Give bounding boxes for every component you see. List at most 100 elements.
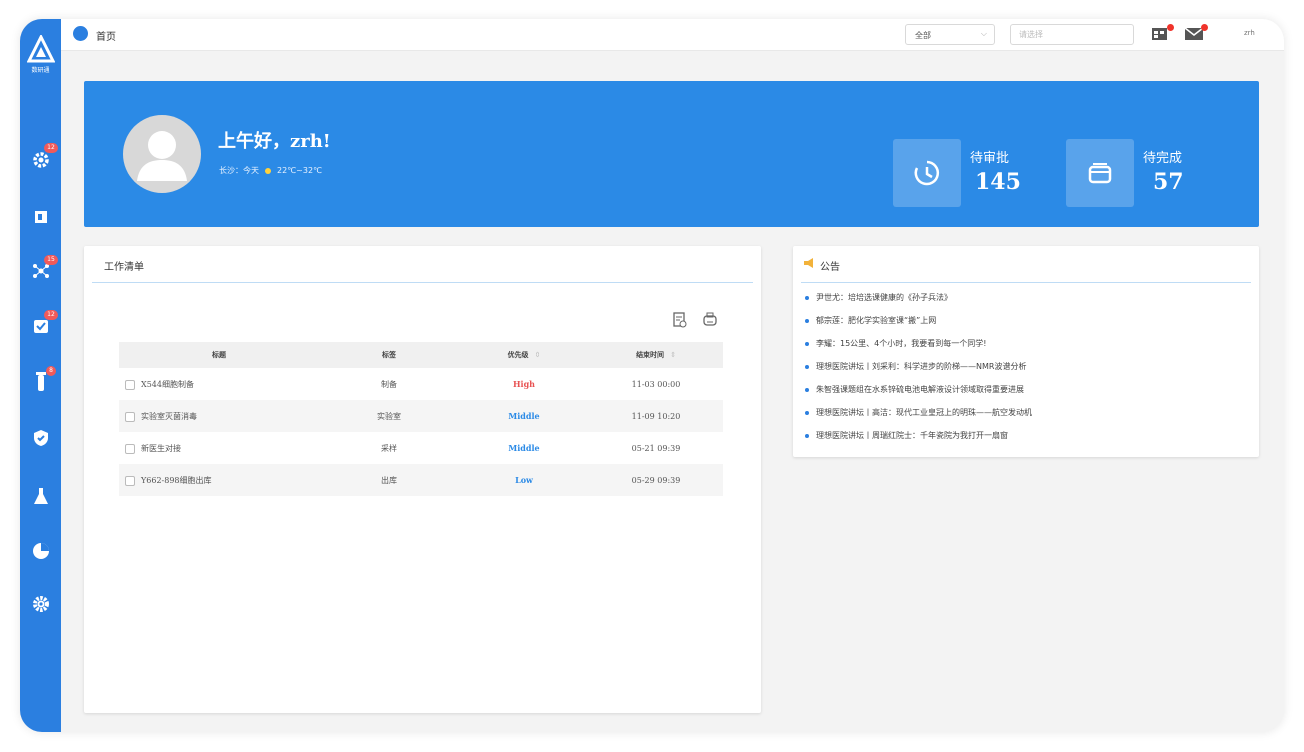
bullet-icon (805, 342, 809, 346)
search-input[interactable] (1010, 24, 1134, 45)
weather-info: 长沙：今天 22℃~32℃ (219, 165, 322, 176)
notice-item[interactable]: 朱智强课题组在水系锌硫电池电解液设计领域取得重要进展 (805, 384, 1032, 407)
weather-location: 长沙：今天 (219, 166, 259, 175)
table-row[interactable]: 新医生对接 采样 Middle 05-21 09:39 (119, 432, 723, 464)
notice-item[interactable]: 理想医院讲坛丨周瑞红院士：千年瓷院为我打开一扇窗 (805, 430, 1032, 453)
sidebar-item-stats[interactable] (30, 540, 51, 561)
box-stack-icon (1088, 163, 1112, 184)
scope-select[interactable]: 全部 ⌵ (905, 24, 995, 45)
row-tag: 出库 (381, 475, 397, 485)
table-header-row: 标题 标签 优先级 ⇳ 结束时间 ⇳ (119, 342, 723, 368)
row-title-cell: 新医生对接 (119, 432, 319, 464)
notice-item[interactable]: 理想医院讲坛丨高洁：现代工业皇冠上的明珠——航空发动机 (805, 407, 1032, 430)
row-checkbox[interactable] (125, 443, 135, 454)
export-document-icon[interactable] (673, 312, 687, 328)
column-header-end-time[interactable]: 结束时间 ⇳ (589, 342, 723, 368)
notice-item-text: 朱智强课题组在水系锌硫电池电解液设计领域取得重要进展 (816, 385, 1024, 394)
print-icon[interactable] (703, 312, 717, 328)
row-title-cell: 实验室灭菌消毒 (119, 400, 319, 432)
pending-approval-count: 145 (975, 169, 1021, 195)
bullet-icon (805, 434, 809, 438)
greeting-text: 上午好，zrh! (218, 131, 331, 152)
row-checkbox[interactable] (125, 475, 135, 486)
pending-approval-label: 待审批 (970, 151, 1010, 166)
row-checkbox[interactable] (125, 411, 135, 422)
pending-approval-tile[interactable] (893, 139, 961, 207)
row-end-time: 11-09 10:20 (631, 411, 681, 421)
column-header-tag: 标签 (382, 350, 396, 359)
bullet-icon (805, 296, 809, 300)
logo-text: 数研通 (31, 67, 50, 74)
topbar: 首页 全部 ⌵ zrh (61, 19, 1284, 51)
divider (92, 282, 753, 283)
edit-document-icon (34, 210, 47, 223)
worklist-title: 工作清单 (104, 262, 144, 273)
column-header-end-time-label: 结束时间 (636, 350, 665, 359)
bullet-icon (805, 388, 809, 392)
sort-icon: ⇳ (670, 350, 676, 359)
table-row[interactable]: 实验室灭菌消毒 实验室 Middle 11-09 10:20 (119, 400, 723, 432)
pie-chart-icon (32, 542, 49, 559)
sidebar-badge: 8 (46, 366, 56, 376)
sidebar-item-lab[interactable] (30, 485, 51, 506)
table-row[interactable]: X544细胞制备 制备 High 11-03 00:00 (119, 368, 723, 400)
notice-item[interactable]: 理想医院讲坛丨刘采利：科学进步的阶梯——NMR波谱分析 (805, 361, 1032, 384)
notice-list: 尹世尤：培培选课健康的《孙子兵法》 郁宗莲：肥化学实验室课“搬”上网 李耀：15… (805, 292, 1032, 453)
logo-icon (27, 35, 55, 63)
sidebar-badge: 12 (44, 143, 58, 153)
row-checkbox[interactable] (125, 379, 135, 390)
row-title-cell: Y662-898细胞出库 (119, 464, 319, 496)
pending-completion-tile[interactable] (1066, 139, 1134, 207)
row-priority: Middle (508, 443, 540, 453)
row-title: Y662-898细胞出库 (141, 475, 212, 485)
flask-icon (33, 487, 48, 504)
avatar[interactable] (123, 115, 201, 193)
notice-item[interactable]: 李耀：15公里、4个小时，我要看到每一个同学! (805, 338, 1032, 361)
row-title: X544细胞制备 (141, 379, 194, 389)
sidebar-item-security[interactable] (30, 427, 51, 448)
notice-item-text: 理想医院讲坛丨刘采利：科学进步的阶梯——NMR波谱分析 (816, 362, 1027, 371)
sort-icon: ⇳ (534, 350, 541, 359)
row-tag: 制备 (381, 379, 397, 389)
sidebar-item-notes[interactable] (30, 206, 51, 227)
row-priority: Low (515, 475, 533, 485)
weather-temperature: 22℃~32℃ (277, 166, 323, 175)
notification-dot (1167, 24, 1174, 31)
bullet-icon (805, 319, 809, 323)
table-row[interactable]: Y662-898细胞出库 出库 Low 05-29 09:39 (119, 464, 723, 496)
column-header-priority[interactable]: 优先级 ⇳ (459, 342, 589, 368)
row-end-time: 11-03 00:00 (631, 379, 681, 389)
home-icon[interactable] (73, 26, 88, 41)
row-priority: Middle (508, 411, 540, 421)
megaphone-icon (804, 258, 813, 268)
bullet-icon (805, 365, 809, 369)
test-tube-icon (35, 371, 46, 391)
user-avatar-icon (137, 131, 187, 181)
worklist-card: 工作清单 标题 标签 优先级 ⇳ 结束时间 ⇳ X544细胞制备 制备 High 1… (84, 246, 761, 713)
notice-item-text: 李耀：15公里、4个小时，我要看到每一个同学! (816, 339, 987, 348)
app-window: 数研通 12 15 12 8 首页 全部 ⌵ 请选择 zrh 上午好，zrh! … (20, 19, 1284, 732)
scope-select-value: 全部 (915, 31, 931, 40)
welcome-banner: 上午好，zrh! 长沙：今天 22℃~32℃ 待审批 145 待完成 57 (84, 81, 1259, 227)
notification-dot (1201, 24, 1208, 31)
gear-icon (32, 595, 49, 612)
notice-card: 公告 尹世尤：培培选课健康的《孙子兵法》 郁宗莲：肥化学实验室课“搬”上网 李耀… (793, 246, 1259, 457)
row-end-time: 05-21 09:39 (631, 443, 681, 453)
notice-item-text: 尹世尤：培培选课健康的《孙子兵法》 (816, 293, 952, 302)
user-name[interactable]: zrh (1244, 29, 1255, 37)
notice-item-text: 理想医院讲坛丨高洁：现代工业皇冠上的明珠——航空发动机 (816, 408, 1032, 417)
sidebar-item-settings[interactable] (30, 593, 51, 614)
sidebar: 数研通 12 15 12 8 (20, 19, 61, 732)
notice-item[interactable]: 郁宗莲：肥化学实验室课“搬”上网 (805, 315, 1032, 338)
row-title: 实验室灭菌消毒 (141, 411, 197, 421)
clock-history-icon (914, 160, 940, 186)
breadcrumb-home[interactable]: 首页 (96, 28, 116, 43)
row-priority: High (512, 379, 535, 389)
pending-completion-count: 57 (1153, 169, 1184, 195)
row-tag: 采样 (381, 443, 397, 453)
notice-item[interactable]: 尹世尤：培培选课健康的《孙子兵法》 (805, 292, 1032, 315)
sun-icon (265, 167, 271, 174)
row-title: 新医生对接 (141, 443, 181, 453)
row-end-time: 05-29 09:39 (631, 475, 681, 485)
shield-icon (33, 429, 48, 446)
